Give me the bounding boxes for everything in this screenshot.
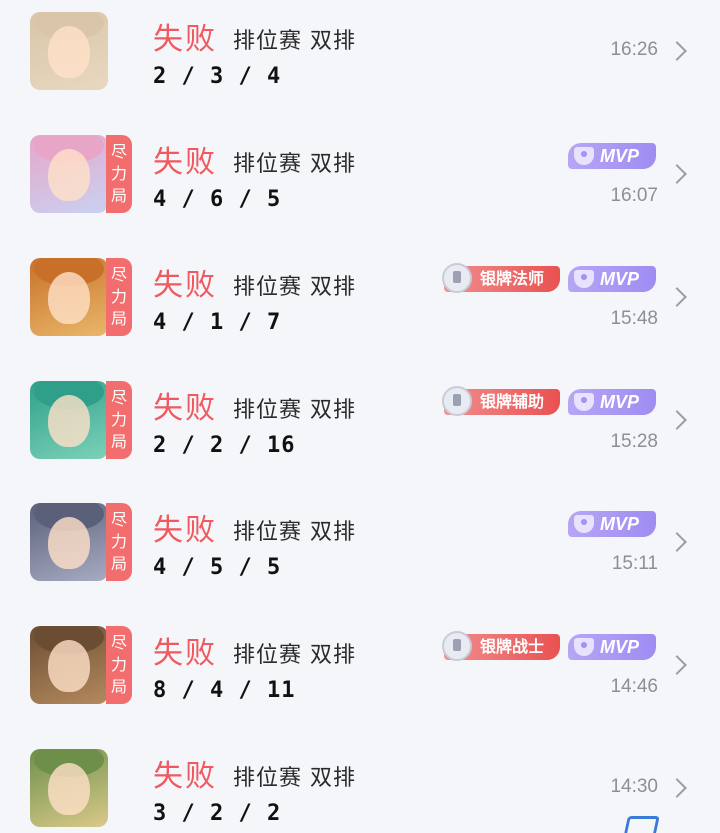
effort-tag-char: 力: [110, 164, 127, 183]
chevron-right-icon[interactable]: [667, 410, 687, 430]
hero-avatar-wrap[interactable]: 尽力局: [30, 135, 132, 213]
match-kda: 4 / 5 / 5: [153, 555, 282, 580]
rank-emblem-icon: [442, 263, 472, 293]
effort-tag-char: 力: [110, 410, 127, 429]
hero-avatar[interactable]: [30, 258, 108, 336]
effort-game-tag: 尽力局: [106, 626, 132, 704]
effort-tag-char: 尽: [110, 142, 127, 161]
effort-tag-char: 局: [110, 432, 127, 451]
effort-tag-char: 局: [110, 309, 127, 328]
hero-portrait-face: [48, 517, 90, 569]
match-time: 16:07: [610, 185, 658, 206]
match-kda: 4 / 6 / 5: [153, 187, 282, 212]
match-time: 15:11: [611, 553, 658, 574]
rank-emblem-icon: [442, 631, 472, 661]
mvp-badge: MVP: [568, 143, 656, 169]
hero-portrait-face: [48, 149, 90, 201]
mvp-label: MVP: [600, 146, 640, 166]
match-result: 失败: [153, 268, 217, 303]
rank-title-text: 银牌战士: [480, 637, 545, 656]
mvp-label: MVP: [600, 514, 640, 534]
effort-tag-char: 力: [110, 287, 127, 306]
match-result: 失败: [153, 145, 217, 180]
effort-tag-char: 局: [110, 677, 127, 696]
hero-portrait-face: [48, 272, 90, 324]
match-mode: 排位赛 双排: [233, 520, 356, 545]
hero-portrait-face: [48, 763, 90, 815]
effort-tag-char: 力: [110, 532, 127, 551]
match-row[interactable]: [0, 0, 720, 110]
hero-avatar-wrap[interactable]: 尽力局: [30, 626, 132, 704]
mvp-label: MVP: [600, 637, 640, 657]
trophy-icon: [574, 147, 594, 165]
hero-avatar[interactable]: [30, 381, 108, 459]
effort-game-tag: 尽力局: [106, 135, 132, 213]
mvp-badge: MVP: [568, 389, 656, 415]
match-kda: 4 / 1 / 7: [153, 310, 282, 335]
hero-portrait-face: [48, 395, 90, 447]
mvp-badge: MVP: [568, 511, 656, 537]
match-result: 失败: [153, 391, 217, 426]
hero-avatar-wrap[interactable]: [30, 749, 132, 827]
rank-title-text: 银牌法师: [480, 269, 545, 288]
effort-tag-char: 尽: [110, 633, 127, 652]
mvp-label: MVP: [600, 269, 640, 289]
chevron-right-icon[interactable]: [667, 287, 687, 307]
trophy-icon: [574, 638, 594, 656]
match-mode: 排位赛 双排: [233, 152, 356, 177]
mvp-badge: MVP: [568, 634, 656, 660]
effort-tag-char: 局: [110, 186, 127, 205]
match-result: 失败: [153, 513, 217, 548]
effort-tag-char: 尽: [110, 388, 127, 407]
match-time: 15:28: [610, 431, 658, 452]
hero-avatar-wrap[interactable]: 尽力局: [30, 258, 132, 336]
chevron-right-icon[interactable]: [667, 164, 687, 184]
rank-emblem-icon: [442, 386, 472, 416]
hero-portrait-face: [48, 640, 90, 692]
hero-avatar-wrap[interactable]: 尽力局: [30, 381, 132, 459]
match-mode: 排位赛 双排: [233, 398, 356, 423]
match-time: 14:30: [610, 776, 658, 797]
hero-avatar-wrap[interactable]: 尽力局: [30, 503, 132, 581]
hero-avatar[interactable]: [30, 503, 108, 581]
trophy-icon: [574, 515, 594, 533]
rank-title-badge: 银牌法师: [442, 263, 560, 293]
effort-tag-char: 尽: [110, 265, 127, 284]
match-mode: 排位赛 双排: [233, 643, 356, 668]
effort-game-tag: 尽力局: [106, 503, 132, 581]
effort-game-tag: 尽力局: [106, 258, 132, 336]
rank-title-badge: 银牌辅助: [442, 386, 560, 416]
match-kda: 2 / 2 / 16: [153, 433, 296, 458]
trophy-icon: [574, 270, 594, 288]
chevron-right-icon[interactable]: [667, 655, 687, 675]
hero-avatar[interactable]: [30, 626, 108, 704]
match-history-list: 失败 排位赛 双排 2 / 3 / 4 16:26 尽力局失败 排位赛 双排 4 / 6 /…: [0, 0, 720, 830]
effort-tag-char: 力: [110, 655, 127, 674]
match-time: 14:46: [610, 676, 658, 697]
rank-title-badge: 银牌战士: [442, 631, 560, 661]
match-mode: 排位赛 双排: [233, 766, 356, 791]
effort-tag-char: 局: [110, 554, 127, 573]
effort-game-tag: 尽力局: [106, 381, 132, 459]
match-result: 失败: [153, 759, 217, 794]
hero-avatar[interactable]: [30, 135, 108, 213]
mvp-label: MVP: [600, 392, 640, 412]
chevron-right-icon[interactable]: [667, 778, 687, 798]
match-result: 失败: [153, 636, 217, 671]
match-kda: 8 / 4 / 11: [153, 678, 296, 703]
match-time: 15:48: [610, 308, 658, 329]
match-kda: 3 / 2 / 2: [153, 801, 282, 826]
trophy-icon: [574, 393, 594, 411]
chevron-right-icon[interactable]: [667, 532, 687, 552]
hero-avatar[interactable]: [30, 749, 108, 827]
floating-action-icon[interactable]: [624, 816, 660, 833]
rank-title-text: 银牌辅助: [480, 392, 545, 411]
effort-tag-char: 尽: [110, 510, 127, 529]
mvp-badge: MVP: [568, 266, 656, 292]
match-mode: 排位赛 双排: [233, 275, 356, 300]
